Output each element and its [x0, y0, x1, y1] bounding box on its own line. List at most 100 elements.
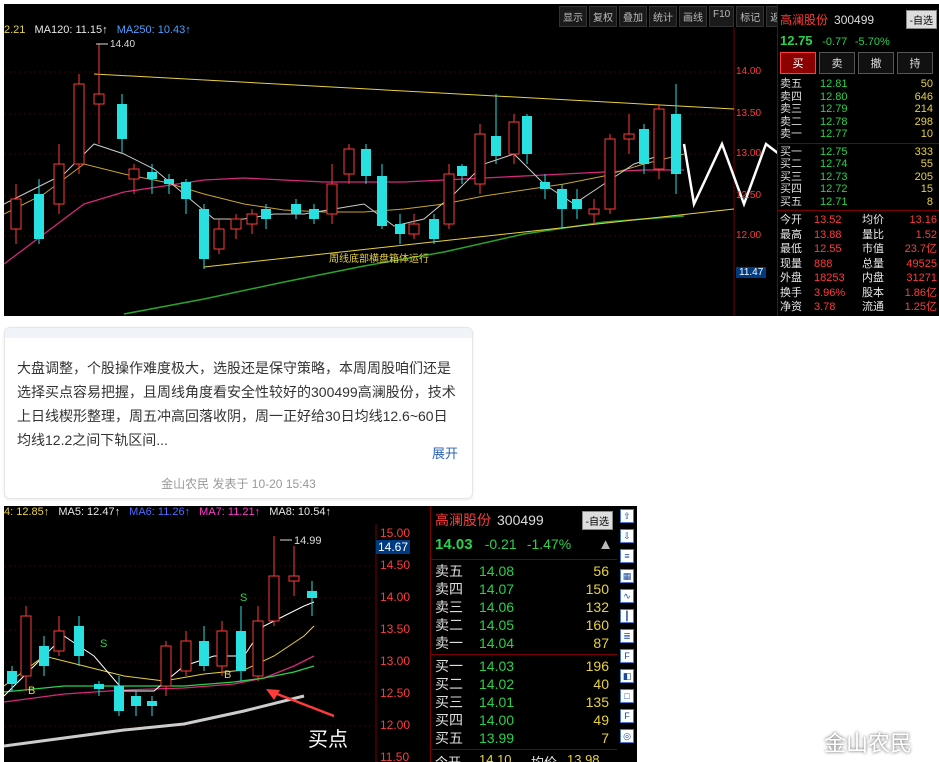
expand-link[interactable]: 展开	[432, 443, 458, 462]
candle-body	[73, 83, 85, 165]
orderbook-price[interactable]: 12.79	[820, 103, 870, 116]
cancel-order-button[interactable]: 撤	[858, 52, 894, 74]
bell-icon[interactable]: ▲	[598, 536, 613, 553]
orderbook-label: 买四	[435, 712, 463, 728]
ma120-value: MA120: 11.15↑	[34, 24, 108, 36]
orderbook-price[interactable]: 14.07	[479, 580, 579, 598]
buy-button[interactable]: 买	[780, 52, 816, 74]
orderbook-volume: 49	[593, 712, 609, 728]
b-signal-mark: B	[28, 685, 35, 697]
candle-body	[671, 114, 681, 174]
arrow-up-icon[interactable]: ⇧	[620, 509, 634, 523]
toolbar-overlay-button[interactable]: 叠加	[619, 6, 647, 27]
stat-value: 14.10	[479, 752, 512, 762]
orderbook-price[interactable]: 14.08	[479, 562, 579, 580]
ma5-value: MA5: 12.47↑	[58, 506, 121, 518]
stat-value: 31271	[906, 272, 937, 284]
candle-body	[604, 138, 616, 210]
orderbook-label: 卖三	[435, 599, 463, 615]
stat-row: 净资 3.78 流通 1.25亿	[780, 300, 937, 315]
settings-icon[interactable]: ◎	[620, 729, 634, 743]
weekly-kline-chart[interactable]: 14.40 周线底部横盘箱体运行	[4, 4, 779, 316]
ma250-value: MA250: 10.43↑	[116, 24, 191, 36]
candle-body	[361, 149, 371, 176]
stat-value: 13.16	[909, 214, 937, 226]
candle-body	[246, 213, 258, 225]
price-tag: 14.67	[376, 540, 411, 554]
post-footer: 金山农民 发表于 10-20 15:43	[161, 477, 316, 491]
orderbook-price[interactable]: 12.74	[820, 158, 870, 171]
high-price-label: 14.99	[294, 535, 322, 547]
orderbook-price[interactable]: 13.99	[479, 729, 579, 747]
axis-label: 15.00	[380, 526, 411, 540]
orderbook-price[interactable]: 14.02	[479, 675, 579, 693]
orderbook-volume: 214	[914, 103, 933, 115]
candle-body	[236, 631, 246, 671]
orderbook-volume: 160	[585, 617, 609, 633]
candle-chart-icon[interactable]: ┃	[620, 609, 634, 623]
toolbar-stats-button[interactable]: 统计	[649, 6, 677, 27]
candle-body	[53, 630, 65, 652]
stat-key: 净资	[780, 301, 802, 313]
orderbook-price[interactable]: 12.81	[820, 78, 870, 91]
candle-body	[623, 133, 635, 140]
notes-icon[interactable]: □	[620, 689, 634, 703]
f12-icon[interactable]: F	[620, 709, 634, 723]
stat-key: 股本	[862, 286, 884, 299]
stat-value: 3.78	[814, 301, 836, 313]
report-icon[interactable]: ◧	[620, 669, 634, 683]
orderbook-volume: 646	[914, 90, 933, 103]
orderbook-price[interactable]: 14.05	[479, 616, 579, 634]
sell-button[interactable]: 卖	[819, 52, 855, 74]
toolbar-f10-button[interactable]: F10	[709, 6, 735, 27]
line-chart-icon[interactable]: ∿	[620, 589, 634, 603]
toolbar-show-button[interactable]: 显示	[559, 6, 587, 27]
price-change-pct: -5.70%	[854, 36, 890, 48]
orderbook-row: 卖五 14.08 56	[435, 562, 613, 580]
news-icon[interactable]: ≣	[620, 629, 634, 643]
toolbar-adjust-button[interactable]: 复权	[589, 6, 617, 27]
f10-icon[interactable]: F	[620, 649, 634, 663]
list-icon[interactable]: ≡	[620, 549, 634, 563]
candle-body	[147, 701, 157, 706]
orderbook-label: 卖一	[435, 635, 463, 651]
stat-value: 12.55	[814, 243, 842, 255]
candle-body	[114, 686, 124, 711]
orderbook-price[interactable]: 12.72	[820, 183, 870, 196]
grid-icon[interactable]: ▦	[620, 569, 634, 583]
orderbook-price[interactable]: 12.75	[820, 146, 870, 159]
orderbook-price[interactable]: 12.71	[820, 196, 870, 209]
candle-body	[164, 179, 174, 184]
self-select-button[interactable]: -自选	[581, 510, 613, 530]
orderbook-price[interactable]: 14.04	[479, 634, 579, 652]
stat-key: 今开	[780, 214, 802, 226]
stock-name: 高澜股份	[435, 512, 491, 528]
candle-body	[653, 108, 665, 170]
self-select-button[interactable]: -自选	[905, 10, 937, 29]
orderbook-price[interactable]: 14.00	[479, 711, 579, 729]
candle-body	[429, 219, 439, 239]
stat-key: 内盘	[862, 272, 884, 284]
candle-body	[261, 209, 271, 219]
stat-key: 市值	[862, 243, 884, 255]
orderbook-row: 卖四 14.07 150	[435, 580, 613, 598]
orderbook-price[interactable]: 12.77	[820, 128, 870, 141]
orderbook-label: 买五	[780, 195, 802, 208]
ma-legend: 4: 12.85↑ MA5: 12.47↑ MA6: 11.26↑ MA7: 1…	[4, 506, 337, 518]
orderbook-volume: 40	[593, 676, 609, 692]
orderbook-price[interactable]: 12.73	[820, 171, 870, 184]
orderbook-price[interactable]: 14.03	[479, 657, 579, 675]
candle-body	[307, 591, 317, 598]
stat-key: 现量	[780, 257, 802, 270]
candle-body	[20, 615, 32, 677]
toolbar-draw-button[interactable]: 画线	[679, 6, 707, 27]
daily-kline-chart[interactable]: 14.99 买点 S S B B	[4, 506, 429, 762]
orderbook-price[interactable]: 12.80	[820, 91, 870, 104]
arrow-down-icon[interactable]: ⇩	[620, 529, 634, 543]
orderbook-price[interactable]: 14.01	[479, 693, 579, 711]
stat-value: 13.88	[814, 228, 842, 241]
orderbook-price[interactable]: 14.06	[479, 598, 579, 616]
orderbook-price[interactable]: 12.78	[820, 116, 870, 129]
holdings-button[interactable]: 持	[897, 52, 933, 74]
candle-body	[10, 198, 22, 230]
